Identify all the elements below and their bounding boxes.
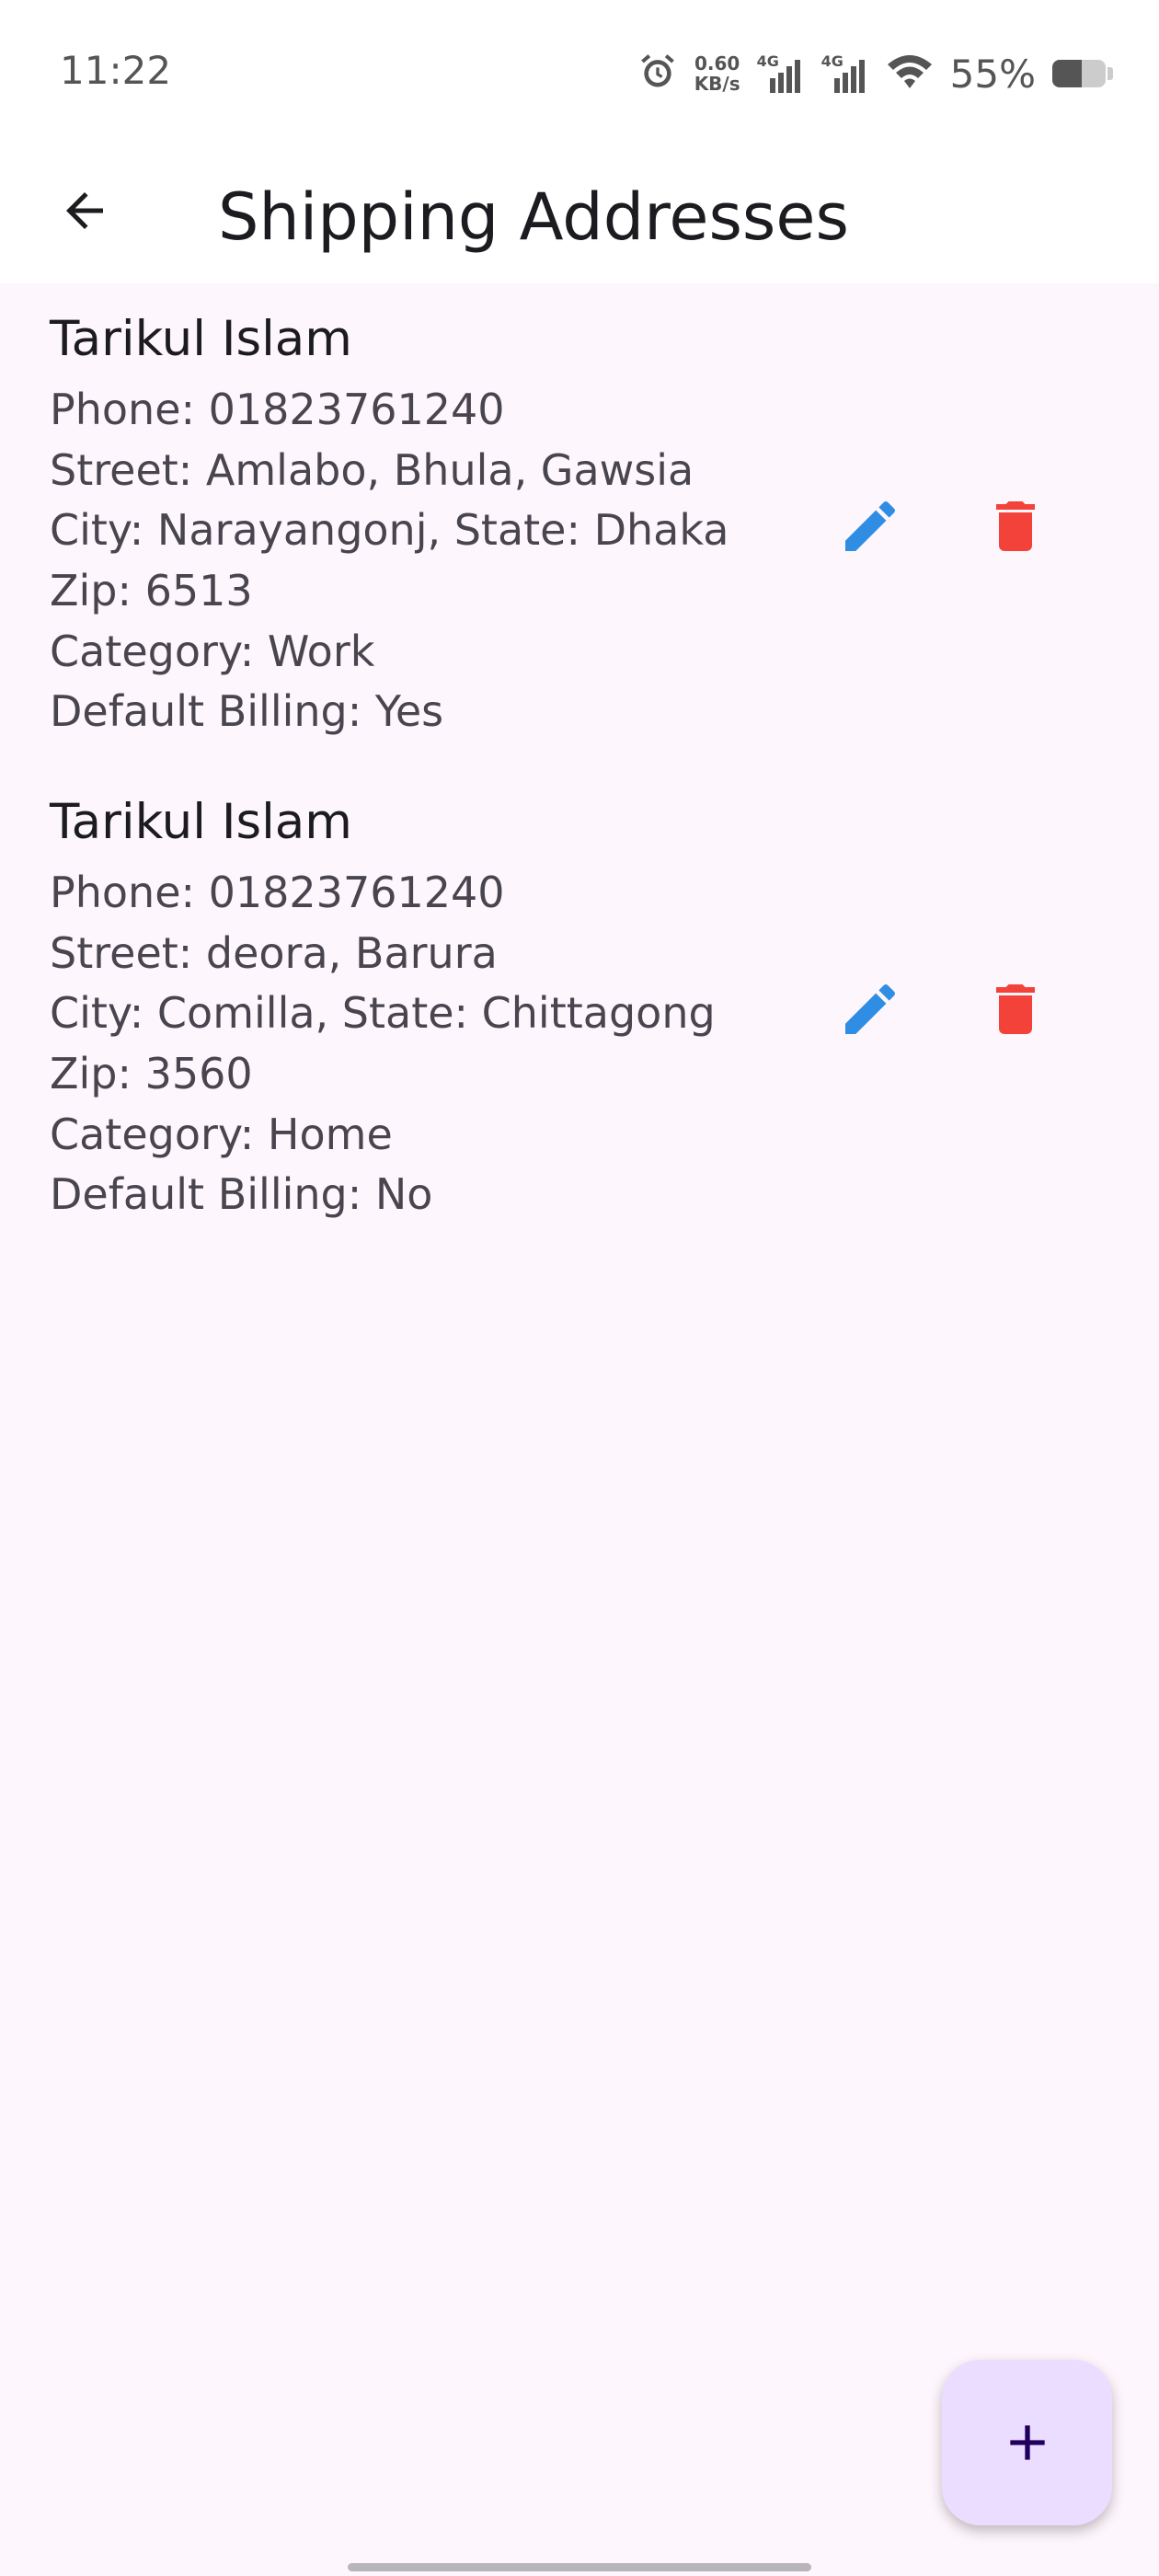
address-list: Tarikul Islam Phone: 01823761240 Street:… — [0, 283, 1159, 1249]
address-city: City: Comilla, State: Chittagong — [50, 988, 716, 1038]
app-bar: Shipping Addresses — [0, 143, 1159, 283]
wifi-icon — [886, 52, 934, 96]
battery-cap — [1107, 67, 1113, 80]
signal-2: 4G — [821, 52, 869, 95]
network-speed-value: 0.60 — [694, 52, 740, 75]
address-zip: Zip: 6513 — [50, 566, 253, 615]
address-category: Category: Work — [50, 627, 375, 676]
address-name: Tarikul Islam — [50, 794, 352, 850]
battery-percentage: 55% — [949, 51, 1036, 97]
back-button[interactable] — [46, 172, 123, 249]
signal-icon — [833, 60, 865, 93]
signal-1: 4G — [757, 52, 805, 95]
address-default-billing: Default Billing: Yes — [50, 686, 444, 736]
battery-level — [1052, 60, 1082, 87]
delete-address-button[interactable] — [970, 480, 1061, 572]
address-phone: Phone: 01823761240 — [50, 868, 505, 917]
page-title: Shipping Addresses — [218, 179, 849, 255]
alarm-icon — [637, 52, 678, 96]
pencil-icon — [845, 983, 896, 1034]
signal-icon — [769, 60, 800, 93]
edit-address-button[interactable] — [824, 480, 916, 572]
status-time: 11:22 — [60, 48, 172, 93]
arrow-left-icon — [66, 192, 103, 229]
address-default-billing: Default Billing: No — [50, 1169, 433, 1219]
address-category: Category: Home — [50, 1110, 393, 1159]
battery-icon — [1052, 60, 1106, 87]
address-card: Tarikul Islam Phone: 01823761240 Street:… — [0, 766, 1159, 1249]
address-card: Tarikul Islam Phone: 01823761240 Street:… — [0, 283, 1159, 766]
home-indicator[interactable] — [348, 2563, 811, 2571]
address-name: Tarikul Islam — [50, 311, 352, 367]
plus-icon — [1009, 2425, 1045, 2460]
delete-address-button[interactable] — [970, 963, 1061, 1055]
address-city: City: Narayangonj, State: Dhaka — [50, 505, 729, 555]
network-speed-unit: KB/s — [694, 73, 740, 95]
pencil-icon — [845, 500, 896, 551]
address-street: Street: deora, Barura — [50, 928, 498, 978]
network-speed: 0.60 KB/s — [694, 53, 740, 94]
status-icons: 0.60 KB/s 4G 4G 55% — [637, 46, 1113, 101]
trash-icon — [996, 984, 1035, 1034]
address-street: Street: Amlabo, Bhula, Gawsia — [50, 445, 694, 495]
edit-address-button[interactable] — [824, 963, 916, 1055]
trash-icon — [996, 501, 1035, 551]
address-phone: Phone: 01823761240 — [50, 385, 505, 434]
address-zip: Zip: 3560 — [50, 1049, 253, 1098]
add-address-button[interactable] — [942, 2360, 1112, 2525]
status-bar: 11:22 0.60 KB/s 4G 4G 55% — [0, 0, 1159, 143]
